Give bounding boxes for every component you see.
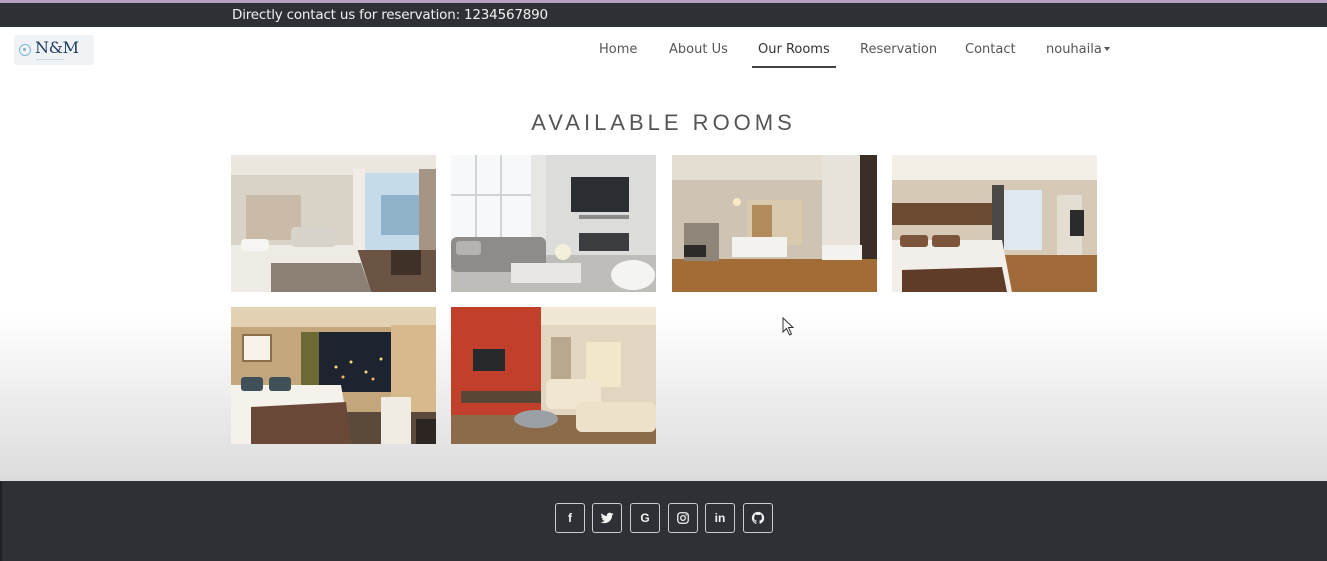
top-contact-bar: Directly contact us for reservation: 123… (0, 0, 1327, 27)
room-photo-6[interactable] (451, 307, 656, 444)
github-icon[interactable] (743, 503, 773, 533)
room-photo-5[interactable] (231, 307, 436, 444)
instagram-icon[interactable] (668, 503, 698, 533)
room-photo-3[interactable] (672, 155, 877, 292)
nav-our-rooms[interactable]: Our Rooms (752, 42, 836, 68)
linkedin-icon[interactable]: in (705, 503, 735, 533)
navbar: N&M ———————— Home About Us Our Rooms Res… (0, 27, 1327, 79)
nav-contact[interactable]: Contact (965, 42, 1016, 57)
rooms-section: AVAILABLE ROOMS (0, 79, 1327, 481)
page-title: AVAILABLE ROOMS (531, 110, 796, 135)
room-photo-1[interactable] (231, 155, 436, 292)
user-menu-label: nouhaila (1046, 42, 1102, 57)
mouse-cursor-icon (782, 317, 795, 336)
nav-home[interactable]: Home (599, 42, 637, 57)
room-photo-4[interactable] (892, 155, 1097, 292)
twitter-icon[interactable] (592, 503, 622, 533)
contact-text: Directly contact us for reservation: 123… (232, 7, 548, 23)
room-photo-2[interactable] (451, 155, 656, 292)
user-menu-dropdown[interactable]: nouhaila (1046, 42, 1110, 57)
footer: f G in (0, 481, 1327, 561)
google-icon[interactable]: G (630, 503, 660, 533)
nav-reservation[interactable]: Reservation (860, 42, 937, 57)
logo-brand: N&M (35, 38, 79, 57)
caret-down-icon (1103, 47, 1110, 51)
facebook-icon[interactable]: f (555, 503, 585, 533)
nav-about-us[interactable]: About Us (669, 42, 728, 57)
logo-tagline: ———————— (36, 57, 64, 61)
logo[interactable]: N&M ———————— (14, 35, 94, 65)
logo-ring-icon (19, 44, 31, 56)
